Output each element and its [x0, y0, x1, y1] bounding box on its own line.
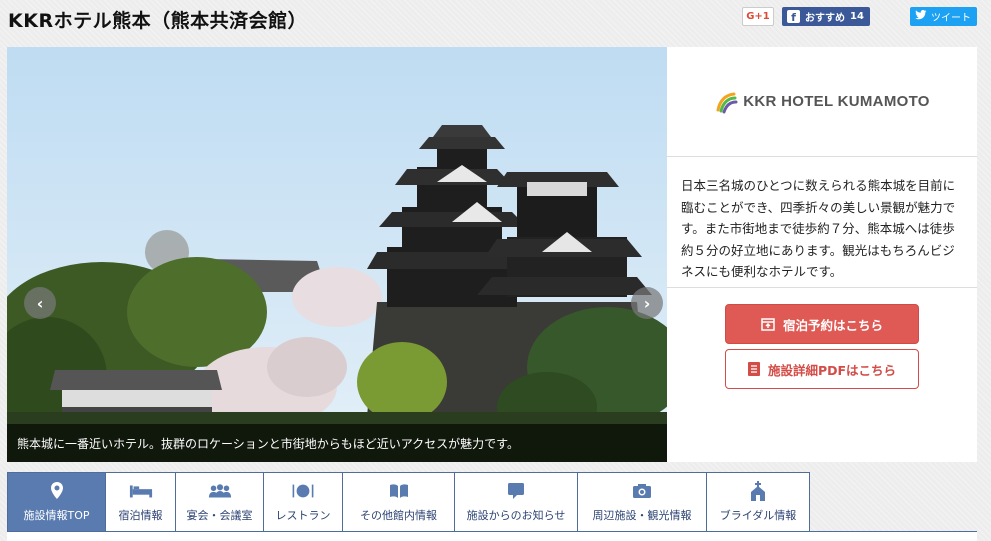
facebook-like-count: 14 [850, 11, 864, 22]
reserve-button-label: 宿泊予約はこちら [782, 317, 883, 333]
tab-label: 施設からのお知らせ [466, 509, 566, 522]
tab-label: レストラン [275, 509, 331, 522]
map-pin-icon [45, 481, 69, 501]
hotel-info-panel: KKR HOTEL KUMAMOTO 日本三名城のひとつに数えられる熊本城を目前… [667, 47, 977, 462]
tab-label: 宴会・会議室 [186, 509, 253, 522]
tab-label: その他館内情報 [360, 509, 437, 522]
chevron-right-icon: › [643, 293, 651, 313]
hotel-logo-text: KKR HOTEL KUMAMOTO [743, 93, 930, 110]
reserve-button[interactable]: 宿泊予約はこちら [725, 304, 919, 344]
slider-next-button[interactable]: › [631, 287, 663, 319]
hero-image-slider: ‹ › 熊本城に一番近いホテル。抜群のロケーションと市街地からもほど近いアクセス… [7, 47, 667, 462]
document-icon [747, 362, 760, 376]
chevron-left-icon: ‹ [36, 293, 44, 313]
page-title: KKRホテル熊本（熊本共済会館） [8, 10, 308, 32]
hero-caption: 熊本城に一番近いホテル。抜群のロケーションと市街地からもほど近いアクセスが魅力で… [7, 424, 667, 462]
tweet-label: ツイート [931, 13, 971, 24]
hotel-logo: KKR HOTEL KUMAMOTO [667, 47, 977, 157]
facility-pdf-button[interactable]: 施設詳細PDFはこちら [725, 349, 919, 389]
tab-restaurant[interactable]: レストラン [263, 472, 342, 532]
group-icon [208, 481, 232, 501]
facebook-like-button[interactable]: f おすすめ 14 [782, 7, 870, 26]
tab-accommodation[interactable]: 宿泊情報 [105, 472, 175, 532]
tab-banquet-meeting[interactable]: 宴会・会議室 [175, 472, 263, 532]
tab-label: 周辺施設・観光情報 [592, 509, 692, 522]
kkr-logo-icon [716, 92, 738, 113]
chapel-icon [746, 481, 770, 501]
tab-content-area [7, 531, 977, 541]
calendar-icon [761, 318, 775, 331]
tab-nearby-sightseeing[interactable]: 周辺施設・観光情報 [577, 472, 706, 532]
tab-other-facilities[interactable]: その他館内情報 [342, 472, 454, 532]
google-plus-button[interactable]: G+1 [742, 7, 774, 26]
dining-icon [291, 481, 315, 501]
camera-icon [630, 481, 654, 501]
tab-bridal[interactable]: ブライダル情報 [706, 472, 810, 532]
book-icon [387, 481, 411, 501]
slider-prev-button[interactable]: ‹ [24, 287, 56, 319]
facebook-icon: f [787, 10, 800, 23]
tab-announcements[interactable]: 施設からのお知らせ [454, 472, 577, 532]
google-plus-label: G+1 [746, 11, 770, 22]
tab-label: ブライダル情報 [719, 509, 797, 522]
tweet-button[interactable]: ツイート [910, 7, 977, 26]
speech-bubble-icon [504, 481, 528, 501]
hotel-description: 日本三名城のひとつに数えられる熊本城を目前に臨むことができ、四季折々の美しい景観… [667, 158, 977, 288]
tab-label: 施設情報TOP [23, 509, 90, 522]
bed-icon [129, 481, 153, 501]
tab-facility-top[interactable]: 施設情報TOP [7, 472, 105, 532]
twitter-bird-icon [915, 10, 927, 23]
pdf-button-label: 施設詳細PDFはこちら [767, 362, 897, 378]
tab-label: 宿泊情報 [118, 509, 163, 522]
facility-nav-tabs: 施設情報TOP 宿泊情報 宴会・会議室 レストラン その他館内情報 施設からのお… [7, 472, 810, 532]
facebook-like-label: おすすめ [805, 13, 845, 24]
kumamoto-castle-photo [7, 47, 667, 462]
